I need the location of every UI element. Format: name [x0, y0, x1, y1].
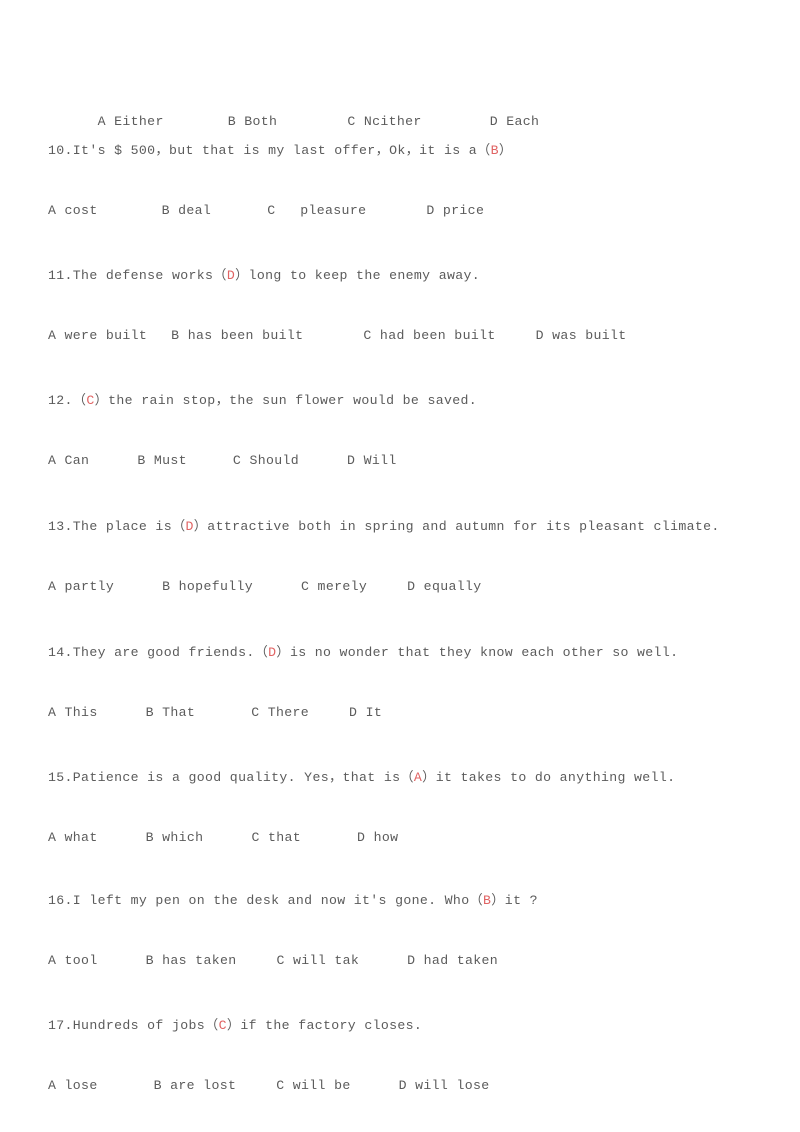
- question-stem: 15.Patience is a good quality. Yes，that …: [48, 770, 675, 786]
- option-a[interactable]: A what: [48, 830, 98, 846]
- option-c[interactable]: C will be: [276, 1078, 350, 1094]
- question-text-after-blank: ）it takes to do anything well.: [422, 770, 676, 785]
- option-d[interactable]: D how: [357, 830, 398, 846]
- option-b[interactable]: B Both: [228, 114, 278, 130]
- question-text-after-blank: ）: [498, 143, 513, 158]
- option-row: A lose B are lost C will be D will lose: [48, 1078, 490, 1094]
- option-d[interactable]: D will lose: [399, 1078, 490, 1094]
- option-row: A This B That C There D It: [48, 705, 678, 721]
- question-stem: 14.They are good friends.（D）is no wonder…: [48, 645, 678, 661]
- option-b[interactable]: B deal: [162, 203, 212, 219]
- question-number: 15.: [48, 770, 73, 785]
- question-text-after-blank: ）the rain stop，the sun flower would be s…: [94, 393, 478, 408]
- question-text-after-blank: ）it ?: [491, 893, 538, 908]
- question-text-before-blank: Patience is a good quality. Yes，that is（: [72, 770, 414, 785]
- option-row: A Can B Must C Should D Will: [48, 453, 477, 469]
- option-d[interactable]: D equally: [407, 579, 481, 595]
- option-c[interactable]: C Should: [233, 453, 299, 469]
- option-c[interactable]: C pleasure: [267, 203, 366, 219]
- answer-letter: D: [226, 268, 236, 283]
- option-row: A what B which C that D how: [48, 830, 675, 846]
- question-text-before-blank: I left my pen on the desk and now it's g…: [72, 893, 483, 908]
- question-number: 17.: [48, 1018, 73, 1033]
- question-text-after-blank: ）is no wonder that they know each other …: [276, 645, 679, 660]
- question-number: 12.: [48, 393, 73, 408]
- option-c[interactable]: C merely: [301, 579, 367, 595]
- question-number: 10.: [48, 143, 73, 158]
- question-stem: 10.It's $ 500，but that is my last offer，…: [48, 143, 512, 159]
- option-c[interactable]: C There: [251, 705, 309, 721]
- option-d[interactable]: D price: [426, 203, 484, 219]
- question-stem: 16.I left my pen on the desk and now it'…: [48, 893, 538, 909]
- question-block: 12.（C）the rain stop，the sun flower would…: [48, 393, 477, 469]
- option-row: A cost B deal C pleasure D price: [48, 203, 512, 219]
- question-number: 13.: [48, 519, 73, 534]
- option-b[interactable]: B has taken: [146, 953, 237, 969]
- question-block: 14.They are good friends.（D）is no wonder…: [48, 645, 678, 721]
- option-a[interactable]: A cost: [48, 203, 98, 219]
- option-row: A partly B hopefully C merely D equally: [48, 579, 720, 595]
- option-c[interactable]: C that: [251, 830, 301, 846]
- question-text-after-blank: ）attractive both in spring and autumn fo…: [193, 519, 720, 534]
- option-b[interactable]: B are lost: [154, 1078, 237, 1094]
- option-d[interactable]: D Each: [490, 114, 540, 130]
- option-d[interactable]: D It: [349, 705, 382, 721]
- option-a[interactable]: A Either: [98, 114, 164, 130]
- question-stem: 11.The defense works（D）long to keep the …: [48, 268, 627, 284]
- option-a[interactable]: A were built: [48, 328, 147, 344]
- question-block: 13.The place is（D）attractive both in spr…: [48, 519, 720, 595]
- option-a[interactable]: A tool: [48, 953, 98, 969]
- question-number: 11.: [48, 268, 73, 283]
- question-block: 11.The defense works（D）long to keep the …: [48, 268, 627, 344]
- question-text-after-blank: ）if the factory closes.: [226, 1018, 423, 1033]
- question-number: 16.: [48, 893, 73, 908]
- option-a[interactable]: A Can: [48, 453, 89, 469]
- option-d[interactable]: D was built: [536, 328, 627, 344]
- question-text-before-blank: They are good friends.（: [72, 645, 269, 660]
- question-block: 10.It's $ 500，but that is my last offer，…: [48, 143, 512, 219]
- question-text-before-blank: The defense works（: [72, 268, 227, 283]
- question-text-before-blank: The place is（: [72, 519, 186, 534]
- question-block: 15.Patience is a good quality. Yes，that …: [48, 770, 675, 846]
- answer-letter: B: [490, 143, 499, 158]
- worksheet-page: A Either B Both C Ncither D Each 10.It's $ …: [0, 0, 800, 1132]
- question-stem: 13.The place is（D）attractive both in spr…: [48, 519, 720, 535]
- option-b[interactable]: B which: [146, 830, 204, 846]
- question-text-before-blank: （: [72, 393, 87, 408]
- option-d[interactable]: D had taken: [407, 953, 498, 969]
- option-b[interactable]: B hopefully: [162, 579, 253, 595]
- option-d[interactable]: D Will: [347, 453, 397, 469]
- option-a[interactable]: A This: [48, 705, 98, 721]
- question-number: 14.: [48, 645, 73, 660]
- option-b[interactable]: B That: [146, 705, 196, 721]
- option-b[interactable]: B Must: [137, 453, 187, 469]
- option-row: A Either B Both C Ncither D Each: [48, 98, 539, 146]
- question-text-before-blank: Hundreds of jobs（: [72, 1018, 219, 1033]
- answer-letter: C: [218, 1018, 227, 1033]
- option-row: A tool B has taken C will tak D had taken: [48, 953, 538, 969]
- question-block: 16.I left my pen on the desk and now it'…: [48, 893, 538, 969]
- question-text-after-blank: ）long to keep the enemy away.: [235, 268, 481, 283]
- answer-letter: A: [413, 770, 423, 785]
- option-row: A were built B has been built C had been b…: [48, 328, 627, 344]
- option-a[interactable]: A lose: [48, 1078, 98, 1094]
- question-stem: 17.Hundreds of jobs（C）if the factory clo…: [48, 1018, 490, 1034]
- answer-letter: D: [185, 519, 194, 534]
- option-b[interactable]: B has been built: [171, 328, 303, 344]
- option-c[interactable]: C will tak: [277, 953, 360, 969]
- option-a[interactable]: A partly: [48, 579, 114, 595]
- question-block: 17.Hundreds of jobs（C）if the factory clo…: [48, 1018, 490, 1094]
- question-stem: 12.（C）the rain stop，the sun flower would…: [48, 393, 477, 409]
- question-text-before-blank: It's $ 500，but that is my last offer，Ok，…: [72, 143, 491, 158]
- option-c[interactable]: C Ncither: [347, 114, 421, 130]
- answer-letter: C: [86, 393, 95, 408]
- option-c[interactable]: C had been built: [363, 328, 495, 344]
